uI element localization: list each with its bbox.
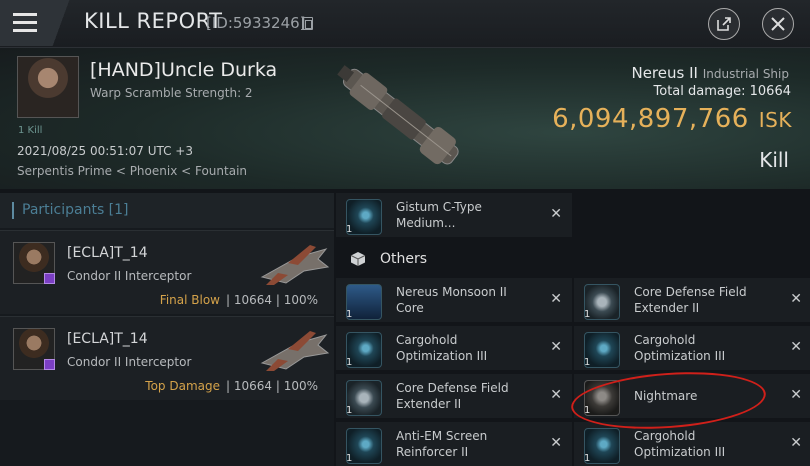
- ship-name[interactable]: Nereus II Industrial Ship: [631, 64, 789, 82]
- ship-class: Industrial Ship: [702, 67, 789, 81]
- list-item[interactable]: 1 Cargohold Optimization III ✕: [574, 422, 810, 466]
- close-icon: ✕: [550, 339, 562, 355]
- kill-location[interactable]: Serpentis Prime < Phoenix < Fountain: [17, 164, 247, 178]
- info-badge-icon: [44, 359, 55, 370]
- victim-portrait[interactable]: [17, 56, 79, 118]
- list-item[interactable]: 1 Nereus Monsoon II Core ✕: [336, 278, 572, 322]
- list-item[interactable]: 1 Core Defense Field Extender II ✕: [574, 278, 810, 322]
- close-icon: ✕: [790, 291, 802, 307]
- victim-panel: [HAND]Uncle Durka Warp Scramble Strength…: [0, 48, 810, 189]
- kill-count: 1 Kill: [18, 125, 43, 136]
- others-header: Others: [336, 242, 810, 278]
- participant-row[interactable]: [ECLA]T_14 Condor II Interceptor Top Dam…: [0, 316, 334, 400]
- result-label: Kill: [759, 148, 789, 172]
- close-icon: ✕: [790, 435, 802, 451]
- list-item[interactable]: 1 Core Defense Field Extender II ✕: [336, 374, 572, 418]
- header-divider: [50, 0, 72, 46]
- close-icon: ✕: [790, 339, 802, 355]
- items-panel: 1 Gistum C-Type Medium... ✕ Others 1 Ner…: [336, 193, 810, 466]
- share-icon: [717, 17, 731, 31]
- condor-ship-icon: [260, 331, 330, 371]
- close-icon: ✕: [790, 387, 802, 403]
- close-icon: ✕: [550, 206, 562, 222]
- ship-image[interactable]: [325, 54, 475, 179]
- share-button[interactable]: [708, 8, 740, 40]
- list-item[interactable]: 1 Anti-EM Screen Reinforcer II ✕: [336, 422, 572, 466]
- page-title: KILL REPORT: [84, 9, 223, 33]
- victim-subtitle: Warp Scramble Strength: 2: [90, 86, 253, 100]
- isk-value: 6,094,897,766 ISK: [552, 104, 792, 134]
- list-item[interactable]: 1 Cargohold Optimization III ✕: [336, 326, 572, 370]
- close-button[interactable]: [762, 8, 794, 40]
- victim-name[interactable]: [HAND]Uncle Durka: [90, 59, 277, 81]
- close-icon: [771, 17, 785, 31]
- header: KILL REPORT [ID:5933246]: [0, 0, 810, 48]
- close-icon: ✕: [550, 387, 562, 403]
- participants-panel: Participants [1] [ECLA]T_14 Condor II In…: [0, 193, 334, 466]
- copy-icon[interactable]: [302, 17, 313, 30]
- kill-id: [ID:5933246]: [206, 14, 306, 32]
- list-item[interactable]: 1 Cargohold Optimization III ✕: [574, 326, 810, 370]
- menu-button[interactable]: [0, 0, 50, 46]
- menu-icon: [13, 13, 37, 16]
- close-icon: ✕: [550, 435, 562, 451]
- list-item[interactable]: 1 Gistum C-Type Medium... ✕: [336, 193, 572, 237]
- close-icon: ✕: [550, 291, 562, 307]
- participants-header[interactable]: Participants [1]: [0, 193, 334, 228]
- cube-icon: [350, 252, 366, 266]
- participant-row[interactable]: [ECLA]T_14 Condor II Interceptor Final B…: [0, 230, 334, 314]
- kill-time: 2021/08/25 00:51:07 UTC +3: [17, 144, 193, 158]
- info-badge-icon: [44, 273, 55, 284]
- total-damage: Total damage: 10664: [653, 84, 791, 99]
- condor-ship-icon: [260, 245, 330, 285]
